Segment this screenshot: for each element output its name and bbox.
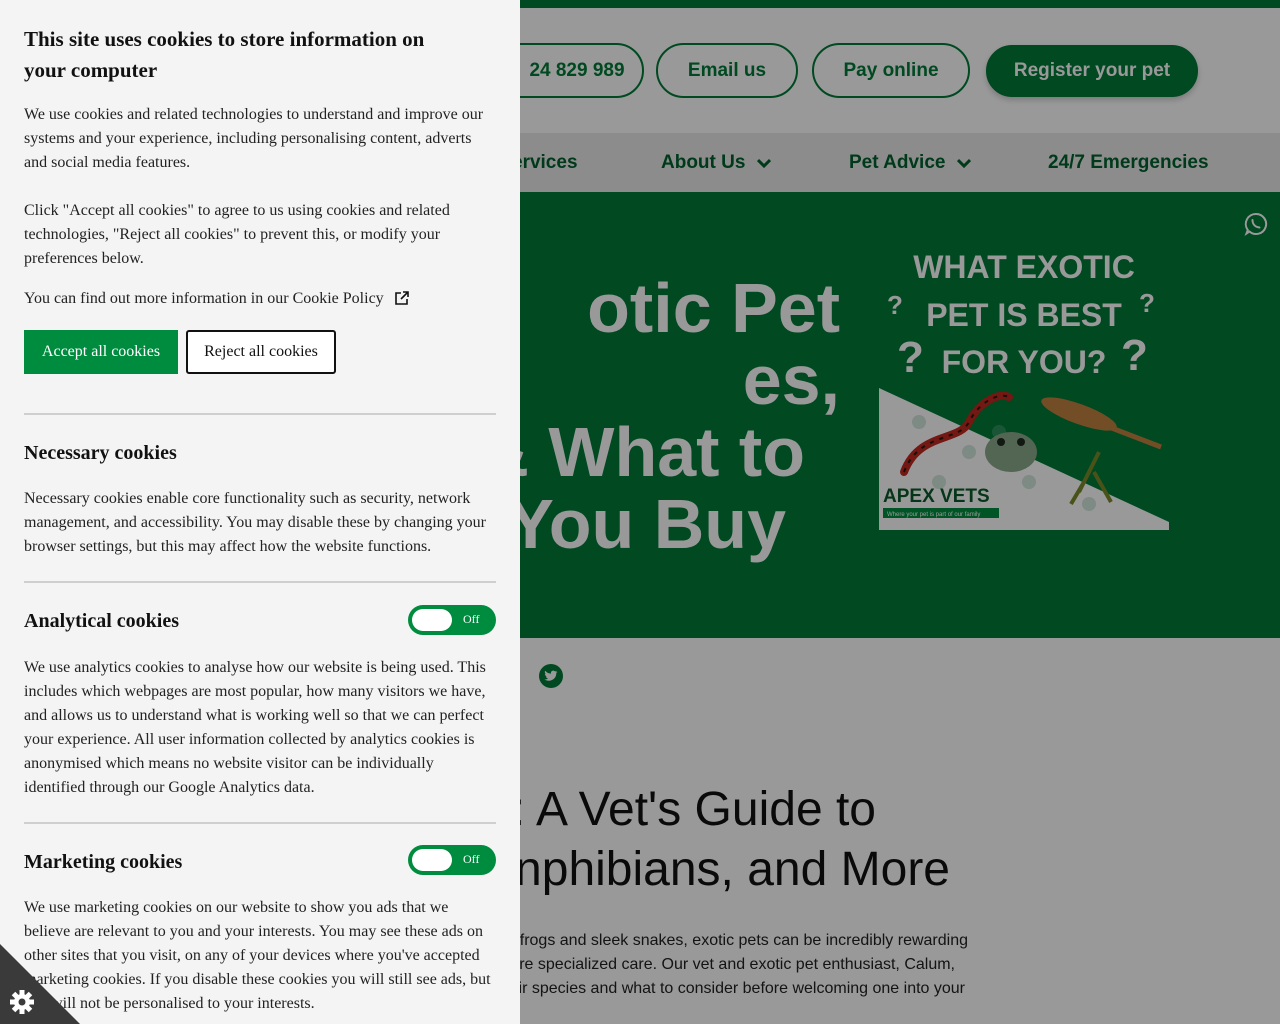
external-link-icon [394, 291, 409, 305]
cookie-policy-prefix: You can find out more information in our [24, 290, 289, 307]
marketing-cookies-heading: Marketing cookies [24, 851, 183, 873]
accept-all-cookies-button[interactable]: Accept all cookies [24, 330, 178, 374]
reject-button-label: Reject all cookies [204, 343, 318, 360]
cookie-policy-link[interactable]: Cookie Policy [293, 290, 384, 307]
section-divider [24, 413, 496, 415]
toggle-state-label: Off [463, 612, 480, 626]
toggle-knob [412, 609, 452, 631]
necessary-cookies-heading: Necessary cookies [24, 442, 177, 464]
cookie-settings-button[interactable] [0, 944, 80, 1024]
marketing-cookies-toggle[interactable]: Off [408, 845, 496, 875]
accept-button-label: Accept all cookies [41, 343, 161, 360]
cookie-instructions-text: Click "Accept all cookies" to agree to u… [24, 202, 450, 267]
section-divider [24, 822, 496, 824]
analytical-cookies-heading: Analytical cookies [24, 610, 179, 632]
cookie-panel-title: This site uses cookies to store informat… [24, 27, 425, 82]
reject-all-cookies-button[interactable]: Reject all cookies [186, 330, 336, 374]
toggle-knob [412, 849, 452, 871]
necessary-cookies-text: Necessary cookies enable core functional… [24, 490, 486, 555]
cookie-consent-panel: This site uses cookies to store informat… [0, 0, 520, 1024]
analytical-cookies-toggle[interactable]: Off [408, 605, 496, 635]
analytical-cookies-text: We use analytics cookies to analyse how … [24, 659, 486, 796]
cookie-intro-text: We use cookies and related technologies … [24, 106, 484, 171]
marketing-cookies-text: We use marketing cookies on our website … [24, 899, 491, 1012]
section-divider [24, 581, 496, 583]
toggle-state-label: Off [463, 852, 480, 866]
cookie-policy-line: You can find out more information in our… [24, 287, 496, 311]
gear-icon [10, 990, 34, 1014]
